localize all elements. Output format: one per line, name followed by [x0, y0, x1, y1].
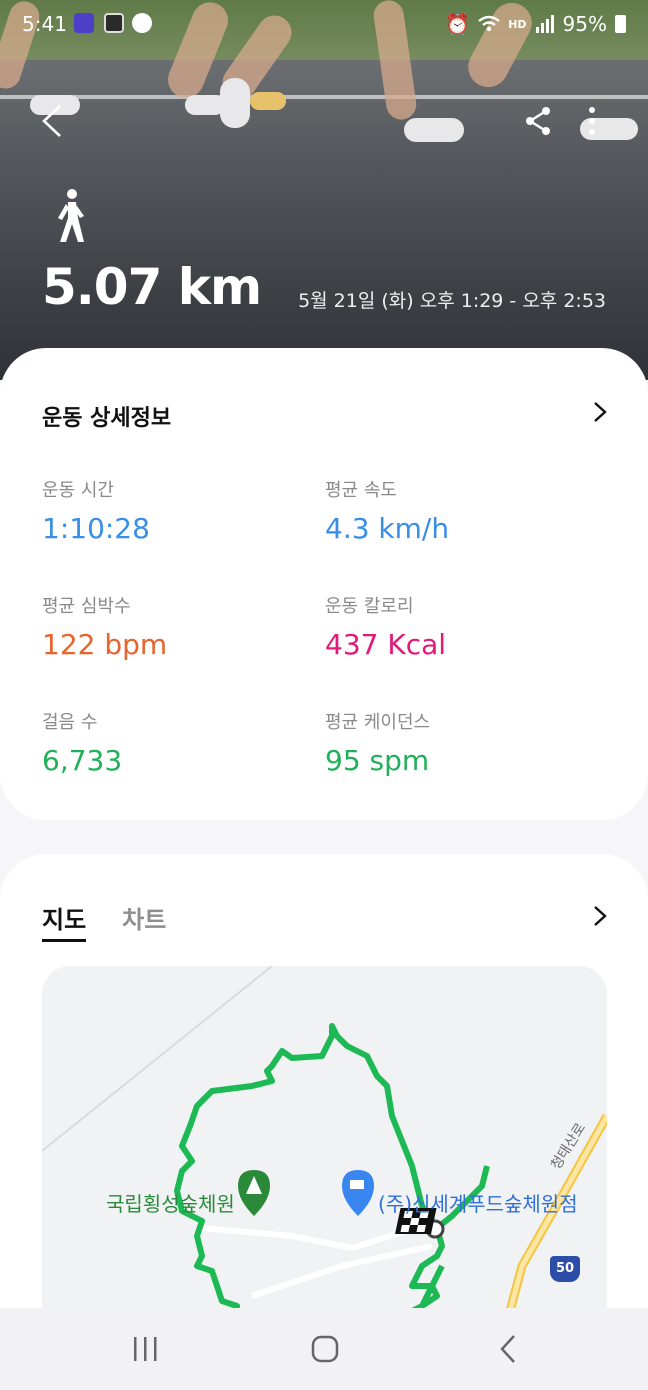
chevron-right-icon[interactable]: [590, 906, 610, 926]
stat-avg-cadence: 평균 케이던스 95 spm: [325, 708, 605, 777]
workout-details-card: 운동 상세정보 운동 시간 1:10:28 평균 속도 4.3 km/h 평균 …: [0, 348, 648, 820]
hd-voice-icon: HD: [508, 17, 527, 31]
tab-chart[interactable]: 차트: [122, 900, 166, 942]
signal-icon: [535, 15, 554, 33]
park-road: [251, 1243, 433, 1299]
runner-shoe: [185, 95, 225, 115]
back-nav-button[interactable]: [496, 1334, 520, 1364]
map-road-line: [42, 966, 273, 1152]
stat-value: 122 bpm: [42, 628, 168, 661]
home-app-icon: [74, 13, 94, 33]
route-shield-icon: 50: [550, 1256, 580, 1282]
stat-label: 걸음 수: [42, 712, 98, 733]
more-vertical-icon: [589, 107, 595, 135]
stat-label: 평균 케이던스: [325, 712, 431, 733]
details-title: 운동 상세정보: [42, 406, 172, 431]
stat-duration: 운동 시간 1:10:28: [42, 476, 322, 545]
wifi-icon: [478, 15, 500, 32]
stat-label: 운동 시간: [42, 480, 114, 501]
stat-value: 437 Kcal: [325, 628, 447, 661]
walking-icon: [58, 189, 84, 242]
stat-steps: 걸음 수 6,733: [42, 708, 322, 777]
more-options-button[interactable]: [586, 106, 598, 142]
stat-label: 평균 심박수: [42, 596, 131, 617]
map-label-park: 국립횡성숲체원: [106, 1192, 235, 1216]
system-navigation-bar: [0, 1308, 648, 1390]
map-label-store: (주)신세계푸드숲체원점: [378, 1192, 578, 1216]
share-button[interactable]: [524, 106, 552, 142]
stat-calories: 운동 칼로리 437 Kcal: [325, 592, 605, 661]
stat-value: 4.3 km/h: [325, 512, 450, 545]
stat-label: 평균 속도: [325, 480, 397, 501]
park-marker-icon: [238, 1170, 270, 1216]
battery-icon: [615, 15, 626, 33]
park-road: [201, 1223, 423, 1252]
tab-map[interactable]: 지도: [42, 900, 87, 942]
stat-value: 95 spm: [325, 744, 430, 777]
status-right: ⏰ HD 95%: [445, 12, 626, 36]
lane-marking: [0, 95, 648, 99]
battery-percent: 95%: [562, 12, 607, 36]
gallery-icon: [104, 13, 124, 33]
workout-datetime: 5월 21일 (화) 오후 1:29 - 오후 2:53: [298, 290, 606, 312]
share-icon: [526, 107, 550, 135]
alarm-icon: ⏰: [445, 12, 471, 36]
stat-value: 1:10:28: [42, 512, 150, 545]
store-marker-icon: [342, 1170, 374, 1216]
stat-avg-speed: 평균 속도 4.3 km/h: [325, 476, 605, 545]
chevron-right-icon[interactable]: [590, 402, 610, 422]
status-time: 5:41: [22, 12, 67, 36]
runner-shoe: [220, 78, 250, 128]
status-bar: 5:41 ⏰ HD 95%: [0, 0, 648, 46]
back-arrow-icon: [42, 105, 61, 137]
recent-apps-button[interactable]: [130, 1334, 160, 1364]
stat-value: 6,733: [42, 744, 123, 777]
hero-image: [0, 0, 648, 380]
home-button[interactable]: [310, 1334, 340, 1364]
runner-shoe: [250, 92, 286, 110]
back-button[interactable]: [40, 104, 64, 144]
stat-label: 운동 칼로리: [325, 596, 414, 617]
distance-value: 5.07 km: [42, 258, 262, 316]
stat-avg-heart-rate: 평균 심박수 122 bpm: [42, 592, 322, 661]
runner-shoe: [404, 118, 464, 142]
app-notification-icon: [132, 13, 152, 33]
map-chart-tabs: 지도 차트: [42, 900, 166, 942]
